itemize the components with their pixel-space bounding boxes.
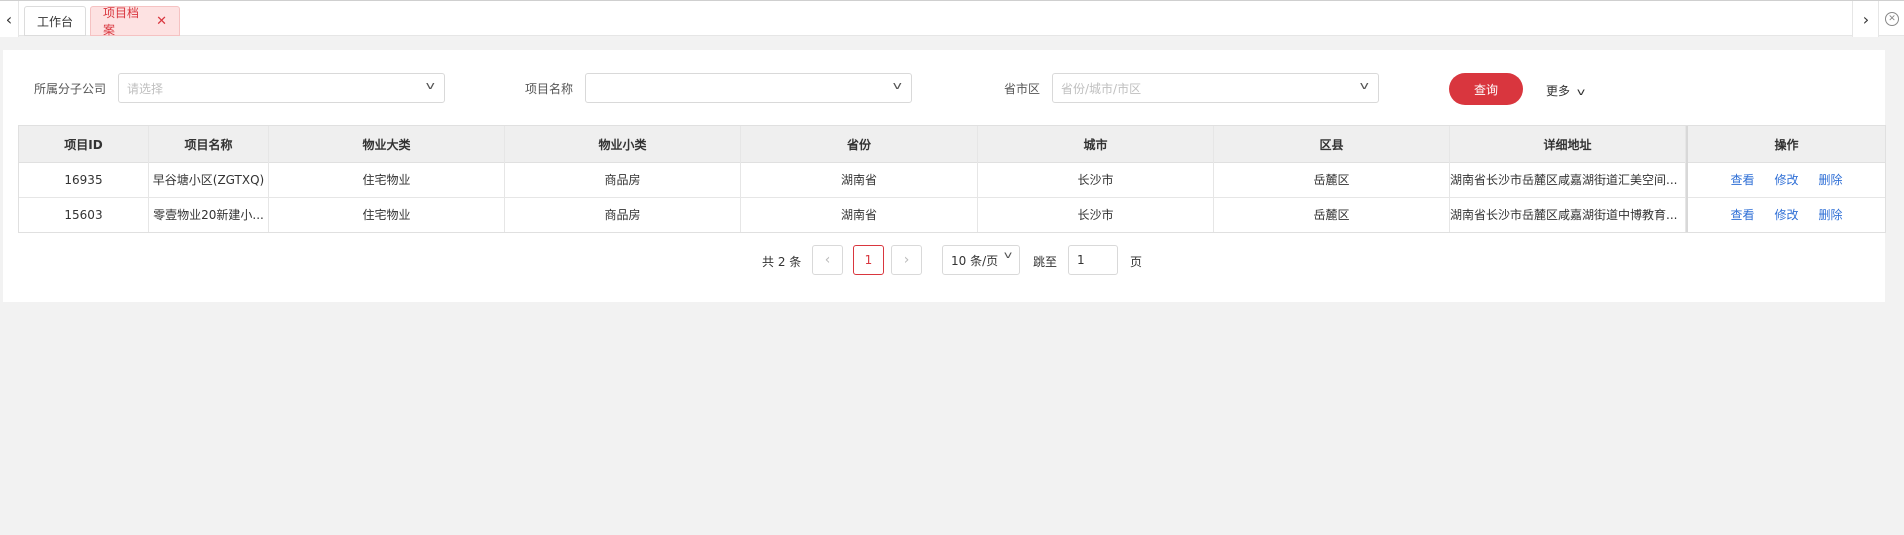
cell-category: 住宅物业 [269,162,505,197]
view-link[interactable]: 查看 [1730,171,1754,188]
view-link[interactable]: 查看 [1730,206,1754,223]
header-name: 项目名称 [149,126,269,162]
region-label: 省市区 [1004,82,1041,96]
cell-district: 岳麓区 [1214,162,1450,197]
prev-page-button[interactable]: ‹ [812,245,843,275]
cell-subcategory: 商品房 [505,197,741,232]
cell-province: 湖南省 [741,197,978,232]
close-icon[interactable]: ✕ [156,14,167,29]
chevron-down-icon: v [426,79,436,92]
tab-project-archive[interactable]: 项目档案 ✕ [90,6,180,37]
company-placeholder: 请选择 [127,81,164,96]
close-circle-icon: ✕ [1885,12,1899,26]
pagination-total: 共 2 条 [762,255,802,269]
region-placeholder: 省份/城市/市区 [1061,81,1142,96]
header-address: 详细地址 [1450,126,1686,162]
chevron-down-icon: v [1576,87,1585,98]
chevron-down-icon: v [1360,79,1370,92]
goto-label: 跳至 [1033,255,1058,269]
cell-actions: 查看 修改 删除 [1686,162,1885,197]
query-button[interactable]: 查询 [1449,73,1523,105]
cell-category: 住宅物业 [269,197,505,232]
edit-link[interactable]: 修改 [1774,206,1798,223]
delete-link[interactable]: 删除 [1819,171,1843,188]
tab-bar: ‹ 工作台 项目档案 ✕ › ✕ [0,0,1904,37]
project-name-label: 项目名称 [525,82,574,96]
cell-city: 长沙市 [978,162,1214,197]
project-name-select[interactable]: v [585,73,912,103]
cell-city: 长沙市 [978,197,1214,232]
chevron-down-icon: v [1003,250,1013,261]
header-actions: 操作 [1686,126,1885,162]
goto-page-input[interactable]: 1 [1068,245,1118,275]
close-all-tabs-button[interactable]: ✕ [1878,1,1904,37]
project-table: 项目ID 项目名称 物业大类 物业小类 省份 城市 区县 详细地址 操作 169… [18,125,1886,233]
cell-address: 湖南省长沙市岳麓区咸嘉湖街道汇美空间... [1450,162,1686,197]
header-province: 省份 [741,126,978,162]
tab-label: 项目档案 [103,6,140,37]
table-row: 15603 零壹物业20新建小... 住宅物业 商品房 湖南省 长沙市 岳麓区 … [19,197,1885,232]
header-subcategory: 物业小类 [505,126,741,162]
tab-workbench[interactable]: 工作台 [24,6,86,36]
page-size-value: 10 条/页 [951,253,999,268]
tab-label: 工作台 [36,14,73,29]
cell-district: 岳麓区 [1214,197,1450,232]
more-filters-toggle[interactable]: 更多 v [1546,82,1585,99]
tabs-prev-icon[interactable]: ‹ [0,1,19,37]
header-city: 城市 [978,126,1214,162]
cell-id: 15603 [19,197,149,232]
edit-link[interactable]: 修改 [1774,171,1798,188]
cell-id: 16935 [19,162,149,197]
header-district: 区县 [1214,126,1450,162]
company-label: 所属分子公司 [34,82,107,96]
header-id: 项目ID [19,126,149,162]
tabs-next-icon[interactable]: › [1852,1,1879,37]
cell-address: 湖南省长沙市岳麓区咸嘉湖街道中博教育... [1450,197,1686,232]
more-label: 更多 [1546,84,1571,98]
page-suffix: 页 [1130,255,1143,269]
region-cascader[interactable]: 省份/城市/市区 v [1052,73,1379,103]
cell-province: 湖南省 [741,162,978,197]
chevron-down-icon: v [893,79,903,92]
company-select[interactable]: 请选择 v [118,73,445,103]
cell-actions: 查看 修改 删除 [1686,197,1885,232]
cell-name: 零壹物业20新建小... [149,197,269,232]
cell-subcategory: 商品房 [505,162,741,197]
page-size-select[interactable]: 10 条/页 v [942,245,1020,275]
table-row: 16935 早谷塘小区(ZGTXQ) 住宅物业 商品房 湖南省 长沙市 岳麓区 … [19,162,1885,198]
delete-link[interactable]: 删除 [1819,206,1843,223]
header-category: 物业大类 [269,126,505,162]
cell-name: 早谷塘小区(ZGTXQ) [149,162,269,197]
table-header-row: 项目ID 项目名称 物业大类 物业小类 省份 城市 区县 详细地址 操作 [19,126,1885,163]
next-page-button[interactable]: › [891,245,922,275]
page-1-button[interactable]: 1 [853,245,884,275]
